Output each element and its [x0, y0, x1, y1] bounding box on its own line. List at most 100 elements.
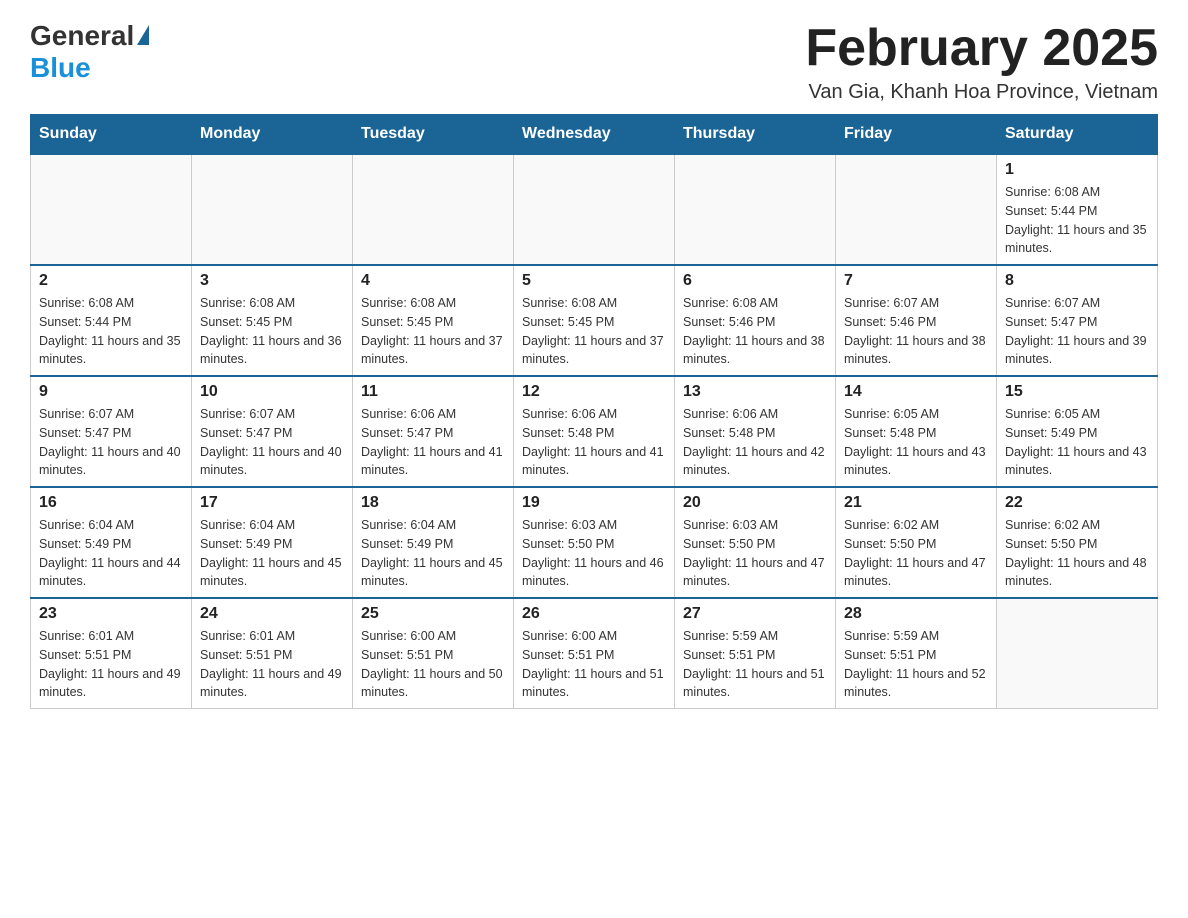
- calendar-cell-w3-d2: 11 Sunrise: 6:06 AM Sunset: 5:47 PM Dayli…: [353, 376, 514, 487]
- calendar-cell-w3-d4: 13 Sunrise: 6:06 AM Sunset: 5:48 PM Dayli…: [675, 376, 836, 487]
- calendar-cell-w3-d5: 14 Sunrise: 6:05 AM Sunset: 5:48 PM Dayli…: [836, 376, 997, 487]
- logo-general-label: General: [30, 20, 134, 52]
- day-number: 25: [361, 605, 505, 623]
- day-number: 6: [683, 272, 827, 290]
- day-info: Sunrise: 6:03 AM Sunset: 5:50 PM Dayligh…: [522, 516, 666, 591]
- sunday-label: Sunday: [39, 125, 97, 142]
- day-number: 7: [844, 272, 988, 290]
- monday-label: Monday: [200, 125, 260, 142]
- calendar-cell-w2-d6: 8 Sunrise: 6:07 AM Sunset: 5:47 PM Daylig…: [997, 265, 1158, 376]
- day-info: Sunrise: 6:03 AM Sunset: 5:50 PM Dayligh…: [683, 516, 827, 591]
- col-friday: Friday: [836, 115, 997, 155]
- calendar-cell-w2-d4: 6 Sunrise: 6:08 AM Sunset: 5:46 PM Daylig…: [675, 265, 836, 376]
- day-number: 19: [522, 494, 666, 512]
- day-number: 5: [522, 272, 666, 290]
- calendar-cell-w2-d0: 2 Sunrise: 6:08 AM Sunset: 5:44 PM Daylig…: [31, 265, 192, 376]
- day-number: 14: [844, 383, 988, 401]
- calendar-week-4: 16 Sunrise: 6:04 AM Sunset: 5:49 PM Dayli…: [31, 487, 1158, 598]
- calendar-cell-w5-d3: 26 Sunrise: 6:00 AM Sunset: 5:51 PM Dayli…: [514, 598, 675, 709]
- month-title: February 2025: [805, 20, 1158, 77]
- calendar-cell-w1-d1: [192, 154, 353, 265]
- calendar-week-3: 9 Sunrise: 6:07 AM Sunset: 5:47 PM Daylig…: [31, 376, 1158, 487]
- calendar-cell-w4-d4: 20 Sunrise: 6:03 AM Sunset: 5:50 PM Dayli…: [675, 487, 836, 598]
- calendar-cell-w4-d3: 19 Sunrise: 6:03 AM Sunset: 5:50 PM Dayli…: [514, 487, 675, 598]
- col-saturday: Saturday: [997, 115, 1158, 155]
- day-info: Sunrise: 6:06 AM Sunset: 5:48 PM Dayligh…: [522, 405, 666, 480]
- day-number: 12: [522, 383, 666, 401]
- calendar-cell-w4-d5: 21 Sunrise: 6:02 AM Sunset: 5:50 PM Dayli…: [836, 487, 997, 598]
- day-number: 24: [200, 605, 344, 623]
- logo: General Blue: [30, 20, 149, 84]
- day-info: Sunrise: 6:07 AM Sunset: 5:46 PM Dayligh…: [844, 294, 988, 369]
- saturday-label: Saturday: [1005, 125, 1073, 142]
- calendar-week-2: 2 Sunrise: 6:08 AM Sunset: 5:44 PM Daylig…: [31, 265, 1158, 376]
- day-info: Sunrise: 6:04 AM Sunset: 5:49 PM Dayligh…: [200, 516, 344, 591]
- day-info: Sunrise: 6:04 AM Sunset: 5:49 PM Dayligh…: [39, 516, 183, 591]
- day-number: 10: [200, 383, 344, 401]
- day-info: Sunrise: 6:07 AM Sunset: 5:47 PM Dayligh…: [1005, 294, 1149, 369]
- day-number: 2: [39, 272, 183, 290]
- calendar-cell-w3-d3: 12 Sunrise: 6:06 AM Sunset: 5:48 PM Dayli…: [514, 376, 675, 487]
- day-info: Sunrise: 6:07 AM Sunset: 5:47 PM Dayligh…: [200, 405, 344, 480]
- day-number: 8: [1005, 272, 1149, 290]
- day-number: 27: [683, 605, 827, 623]
- calendar-cell-w5-d5: 28Sunrise: 5:59 AM Sunset: 5:51 PM Dayli…: [836, 598, 997, 709]
- logo-blue-text: Blue: [30, 52, 91, 84]
- day-number: 23: [39, 605, 183, 623]
- day-info: Sunrise: 6:01 AM Sunset: 5:51 PM Dayligh…: [39, 627, 183, 702]
- day-info: Sunrise: 6:08 AM Sunset: 5:44 PM Dayligh…: [39, 294, 183, 369]
- thursday-label: Thursday: [683, 125, 755, 142]
- day-number: 15: [1005, 383, 1149, 401]
- calendar-cell-w5-d4: 27Sunrise: 5:59 AM Sunset: 5:51 PM Dayli…: [675, 598, 836, 709]
- tuesday-label: Tuesday: [361, 125, 425, 142]
- calendar-cell-w5-d6: [997, 598, 1158, 709]
- day-info: Sunrise: 6:05 AM Sunset: 5:49 PM Dayligh…: [1005, 405, 1149, 480]
- day-info: Sunrise: 6:08 AM Sunset: 5:44 PM Dayligh…: [1005, 183, 1149, 258]
- day-info: Sunrise: 6:06 AM Sunset: 5:48 PM Dayligh…: [683, 405, 827, 480]
- day-number: 9: [39, 383, 183, 401]
- day-number: 13: [683, 383, 827, 401]
- day-number: 22: [1005, 494, 1149, 512]
- calendar-cell-w1-d6: 1Sunrise: 6:08 AM Sunset: 5:44 PM Daylig…: [997, 154, 1158, 265]
- day-number: 17: [200, 494, 344, 512]
- day-number: 4: [361, 272, 505, 290]
- calendar-cell-w1-d5: [836, 154, 997, 265]
- day-info: Sunrise: 6:04 AM Sunset: 5:49 PM Dayligh…: [361, 516, 505, 591]
- col-thursday: Thursday: [675, 115, 836, 155]
- calendar-cell-w1-d0: [31, 154, 192, 265]
- friday-label: Friday: [844, 125, 892, 142]
- day-number: 21: [844, 494, 988, 512]
- col-wednesday: Wednesday: [514, 115, 675, 155]
- day-number: 16: [39, 494, 183, 512]
- calendar-header-row: Sunday Monday Tuesday Wednesday Thursday…: [31, 115, 1158, 155]
- logo-triangle-icon: [137, 25, 149, 45]
- day-info: Sunrise: 6:06 AM Sunset: 5:47 PM Dayligh…: [361, 405, 505, 480]
- day-info: Sunrise: 6:08 AM Sunset: 5:46 PM Dayligh…: [683, 294, 827, 369]
- wednesday-label: Wednesday: [522, 125, 611, 142]
- day-number: 3: [200, 272, 344, 290]
- day-info: Sunrise: 6:08 AM Sunset: 5:45 PM Dayligh…: [200, 294, 344, 369]
- day-info: Sunrise: 6:02 AM Sunset: 5:50 PM Dayligh…: [844, 516, 988, 591]
- calendar-cell-w2-d2: 4Sunrise: 6:08 AM Sunset: 5:45 PM Daylig…: [353, 265, 514, 376]
- col-monday: Monday: [192, 115, 353, 155]
- col-tuesday: Tuesday: [353, 115, 514, 155]
- calendar-cell-w3-d1: 10 Sunrise: 6:07 AM Sunset: 5:47 PM Dayli…: [192, 376, 353, 487]
- day-info: Sunrise: 6:07 AM Sunset: 5:47 PM Dayligh…: [39, 405, 183, 480]
- day-number: 28: [844, 605, 988, 623]
- day-info: Sunrise: 6:00 AM Sunset: 5:51 PM Dayligh…: [522, 627, 666, 702]
- calendar-cell-w3-d0: 9 Sunrise: 6:07 AM Sunset: 5:47 PM Daylig…: [31, 376, 192, 487]
- page-header: General Blue February 2025 Van Gia, Khan…: [30, 20, 1158, 104]
- day-number: 18: [361, 494, 505, 512]
- calendar-cell-w5-d1: 24 Sunrise: 6:01 AM Sunset: 5:51 PM Dayli…: [192, 598, 353, 709]
- day-info: Sunrise: 6:01 AM Sunset: 5:51 PM Dayligh…: [200, 627, 344, 702]
- day-number: 26: [522, 605, 666, 623]
- logo-general-text: General: [30, 20, 149, 52]
- location-subtitle: Van Gia, Khanh Hoa Province, Vietnam: [805, 81, 1158, 104]
- calendar-cell-w3-d6: 15 Sunrise: 6:05 AM Sunset: 5:49 PM Dayli…: [997, 376, 1158, 487]
- day-number: 20: [683, 494, 827, 512]
- day-info: Sunrise: 6:05 AM Sunset: 5:48 PM Dayligh…: [844, 405, 988, 480]
- calendar-cell-w5-d2: 25Sunrise: 6:00 AM Sunset: 5:51 PM Dayli…: [353, 598, 514, 709]
- day-number: 11: [361, 383, 505, 401]
- calendar-cell-w5-d0: 23 Sunrise: 6:01 AM Sunset: 5:51 PM Dayli…: [31, 598, 192, 709]
- calendar-cell-w2-d3: 5Sunrise: 6:08 AM Sunset: 5:45 PM Daylig…: [514, 265, 675, 376]
